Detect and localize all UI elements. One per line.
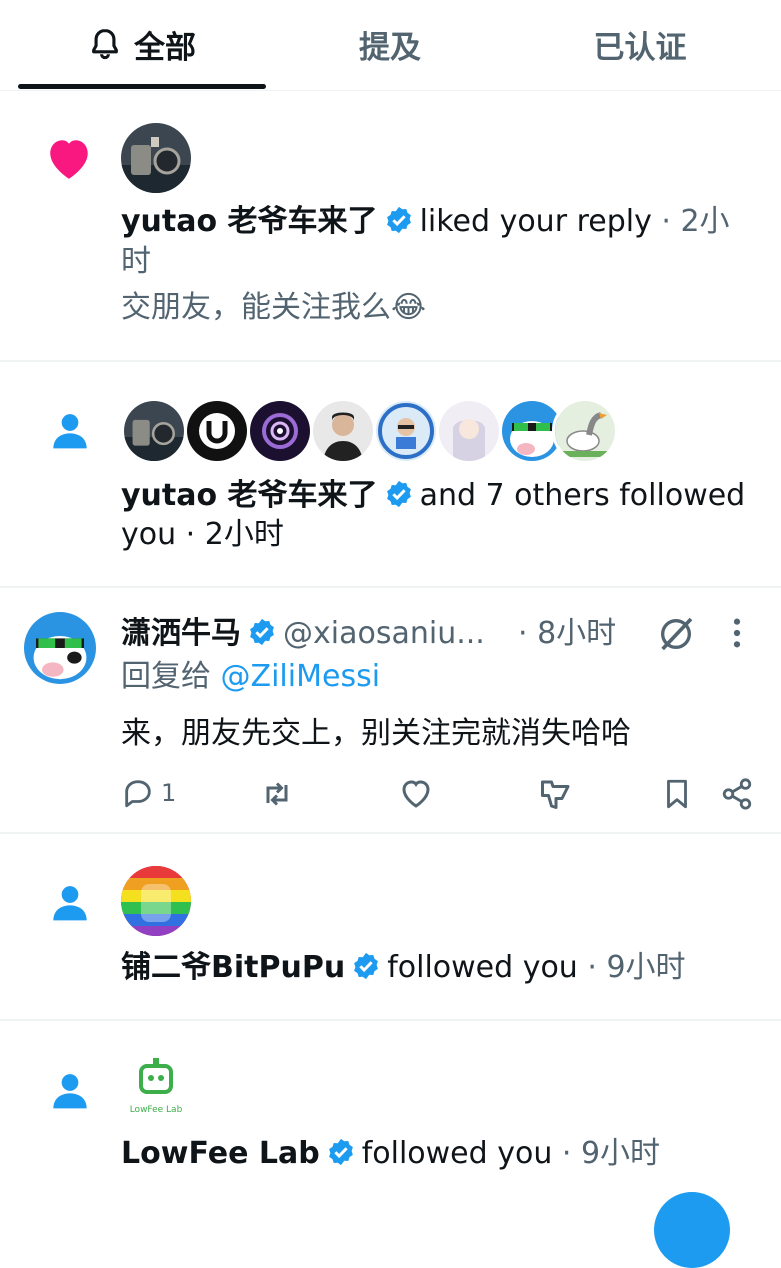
tab-mentions[interactable]: 提及 <box>266 0 514 88</box>
replying-to: 回复给 @ZiliMessi <box>121 657 380 697</box>
retweet-icon[interactable] <box>259 776 295 812</box>
action-text: followed you <box>361 1136 553 1171</box>
action-text: followed you <box>387 950 578 985</box>
more-options-icon[interactable] <box>726 616 748 650</box>
notification-text: 铺二爷BitPuPu followed you · 9小时 <box>121 948 686 988</box>
avatar-yutao[interactable] <box>121 123 191 193</box>
share-icon[interactable] <box>720 776 754 812</box>
reply-preview: 交朋友，能关注我么😂 <box>121 290 427 325</box>
divider <box>0 360 781 362</box>
avatar-yutao[interactable] <box>121 398 187 464</box>
action-text: liked your reply <box>419 204 652 239</box>
reply-count: 1 <box>161 779 177 807</box>
divider <box>0 1019 781 1021</box>
logo-text: LowFee Lab <box>130 1105 183 1115</box>
timestamp: · 8小时 <box>518 616 617 651</box>
tab-verified[interactable]: 已认证 <box>514 0 766 88</box>
notification-text: yutao 老爷车来了 and 7 others followed <box>121 476 745 516</box>
timestamp: · 9小时 <box>561 1136 661 1171</box>
user-name[interactable]: 铺二爷BitPuPu <box>121 950 345 985</box>
avatar-galaxy[interactable] <box>247 398 313 464</box>
like-icon[interactable] <box>398 776 434 812</box>
action-text-cont: you · 2小时 <box>121 517 284 552</box>
bookmark-icon[interactable] <box>660 776 694 812</box>
tab-label: 已认证 <box>593 29 687 66</box>
bell-icon <box>92 28 118 60</box>
action-text: and 7 others followed <box>419 478 746 513</box>
verified-badge-icon <box>386 480 411 508</box>
reply-button[interactable]: 1 <box>121 776 176 810</box>
divider <box>0 586 781 588</box>
verified-badge-icon <box>250 618 274 646</box>
timestamp: · 2小 <box>661 204 730 239</box>
timestamp-wrap: 时 <box>121 244 151 279</box>
heart-icon <box>50 140 88 179</box>
verified-badge-icon <box>328 1138 353 1166</box>
post-header: 潇洒牛马 @xiaosaniu... <box>121 614 485 654</box>
post-text: 来，朋友先交上，别关注完就消失哈哈 <box>121 716 631 751</box>
notification-text: LowFee Lab followed you · 9小时 <box>121 1134 660 1174</box>
timestamp: · 9小时 <box>587 950 686 985</box>
user-name[interactable]: yutao 老爷车来了 <box>121 478 378 513</box>
avatar-0808[interactable] <box>373 398 439 464</box>
notification-tabs: 全部 提及 已认证 <box>0 0 781 91</box>
user-name[interactable]: 潇洒牛马 <box>121 616 241 651</box>
person-icon <box>53 1074 87 1109</box>
tab-label: 提及 <box>359 29 421 66</box>
grok-icon[interactable] <box>656 614 696 654</box>
divider <box>0 832 781 834</box>
user-name[interactable]: yutao 老爷车来了 <box>121 204 378 239</box>
reply-icon <box>125 780 151 808</box>
person-icon <box>53 886 87 921</box>
user-name[interactable]: LowFee Lab <box>121 1136 320 1171</box>
person-icon <box>53 414 87 449</box>
avatar-xiaosaniu[interactable] <box>24 612 96 684</box>
verified-badge-icon <box>354 952 379 980</box>
avatar-anime-girl[interactable] <box>436 398 502 464</box>
replying-to-user-link[interactable]: @ZiliMessi <box>221 659 381 694</box>
active-tab-indicator <box>18 84 266 89</box>
dislike-icon[interactable] <box>538 776 574 812</box>
user-handle[interactable]: @xiaosaniu... <box>283 616 485 651</box>
tab-all[interactable]: 全部 <box>18 0 266 88</box>
verified-badge-icon <box>386 206 411 234</box>
notification-text-cont: you · 2小时 <box>121 515 284 555</box>
notification-text: yutao 老爷车来了 liked your reply · 2小 <box>121 202 730 242</box>
avatar-goose[interactable] <box>552 398 618 464</box>
compose-button[interactable] <box>654 1192 730 1268</box>
avatar-lowfee-logo[interactable]: LowFee Lab <box>121 1052 191 1122</box>
replying-to-label: 回复给 <box>121 659 211 694</box>
avatar-bitpupu[interactable] <box>121 866 191 936</box>
tab-label: 全部 <box>134 29 196 66</box>
avatar-man[interactable] <box>310 398 376 464</box>
avatar-u-logo[interactable] <box>184 398 250 464</box>
